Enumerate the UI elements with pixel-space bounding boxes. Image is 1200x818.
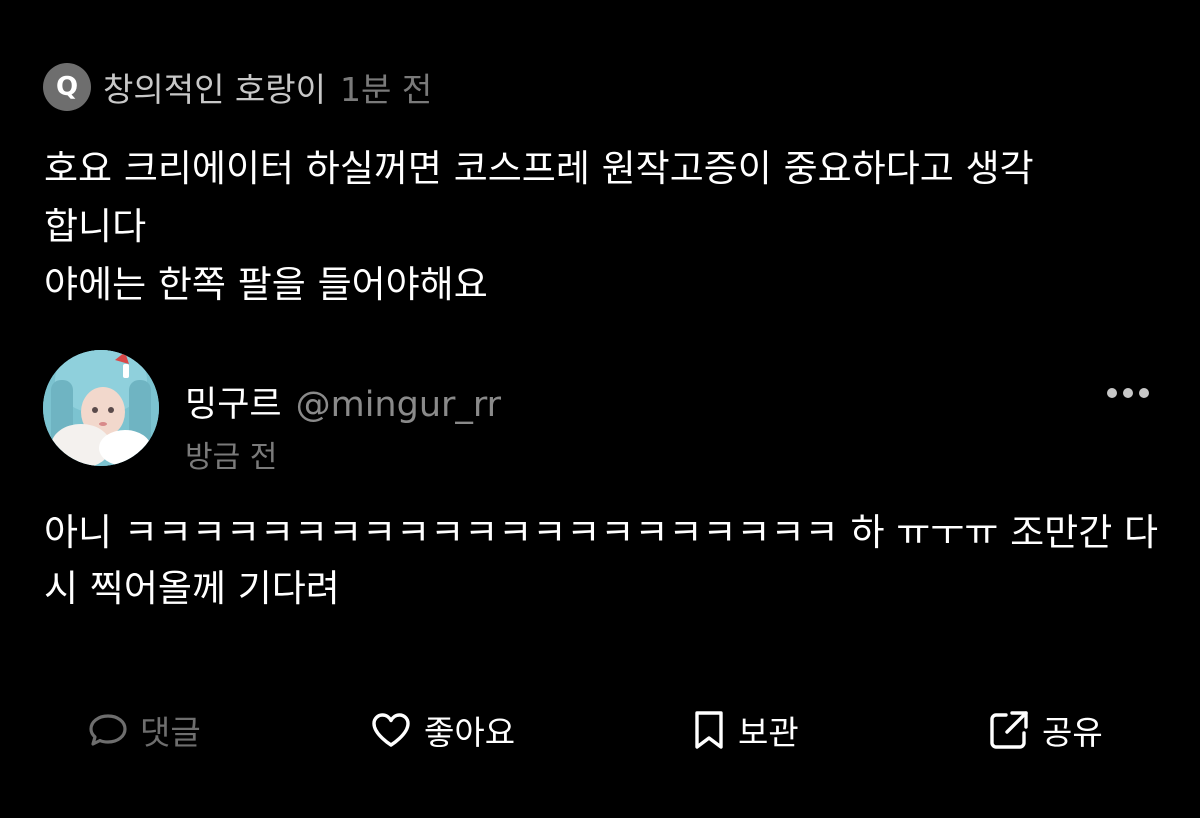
question-header: Q 창의적인 호랑이 1분 전 [43, 62, 432, 112]
author-line: 밍구르 @mingur_rr [185, 376, 501, 427]
question-line: 합니다 [44, 205, 147, 248]
more-options-button[interactable] [1103, 378, 1153, 408]
share-icon [990, 711, 1028, 749]
avatar-image [43, 350, 159, 466]
heart-icon [372, 713, 410, 747]
like-button[interactable]: 좋아요 [370, 700, 515, 760]
answer-time: 방금 전 [185, 440, 278, 475]
question-text: 호요 크리에이터 하실꺼면 코스프레 원작고증이 중요하다고 생각 합니다 야에… [44, 140, 1174, 314]
answer-line: 아니 ㅋㅋㅋㅋㅋㅋㅋㅋㅋㅋㅋㅋㅋㅋㅋㅋㅋㅋㅋㅋㅋ 하 ㅠㅜㅠ 조만간 다 [44, 511, 1159, 554]
question-time: 1분 전 [340, 70, 433, 109]
save-label: 보관 [738, 713, 799, 752]
bookmark-icon [695, 711, 723, 749]
author-name[interactable]: 밍구르 [185, 376, 282, 427]
author-handle[interactable]: @mingur_rr [296, 385, 501, 425]
comment-icon [89, 714, 127, 746]
avatar[interactable] [43, 350, 159, 466]
more-horizontal-icon [1107, 388, 1149, 398]
share-button[interactable]: 공유 [988, 700, 1103, 760]
question-line: 호요 크리에이터 하실꺼면 코스프레 원작고증이 중요하다고 생각 [44, 147, 1034, 190]
answer-line: 시 찍어올께 기다려 [44, 567, 340, 610]
answer-header: 밍구르 @mingur_rr 방금 전 [43, 350, 1153, 475]
share-label: 공유 [1042, 713, 1103, 752]
question-line: 야에는 한쪽 팔을 들어야해요 [44, 263, 488, 306]
answer-text: 아니 ㅋㅋㅋㅋㅋㅋㅋㅋㅋㅋㅋㅋㅋㅋㅋㅋㅋㅋㅋㅋㅋ 하 ㅠㅜㅠ 조만간 다 시 찍… [44, 505, 1164, 617]
save-button[interactable]: 보관 [692, 700, 799, 760]
question-badge: Q [43, 63, 91, 111]
comment-button[interactable]: 댓글 [88, 700, 201, 760]
asker-name[interactable]: 창의적인 호랑이 [103, 63, 326, 111]
like-label: 좋아요 [424, 713, 516, 752]
comment-label: 댓글 [140, 713, 201, 752]
action-bar: 댓글 좋아요 보관 공유 [0, 700, 1200, 760]
